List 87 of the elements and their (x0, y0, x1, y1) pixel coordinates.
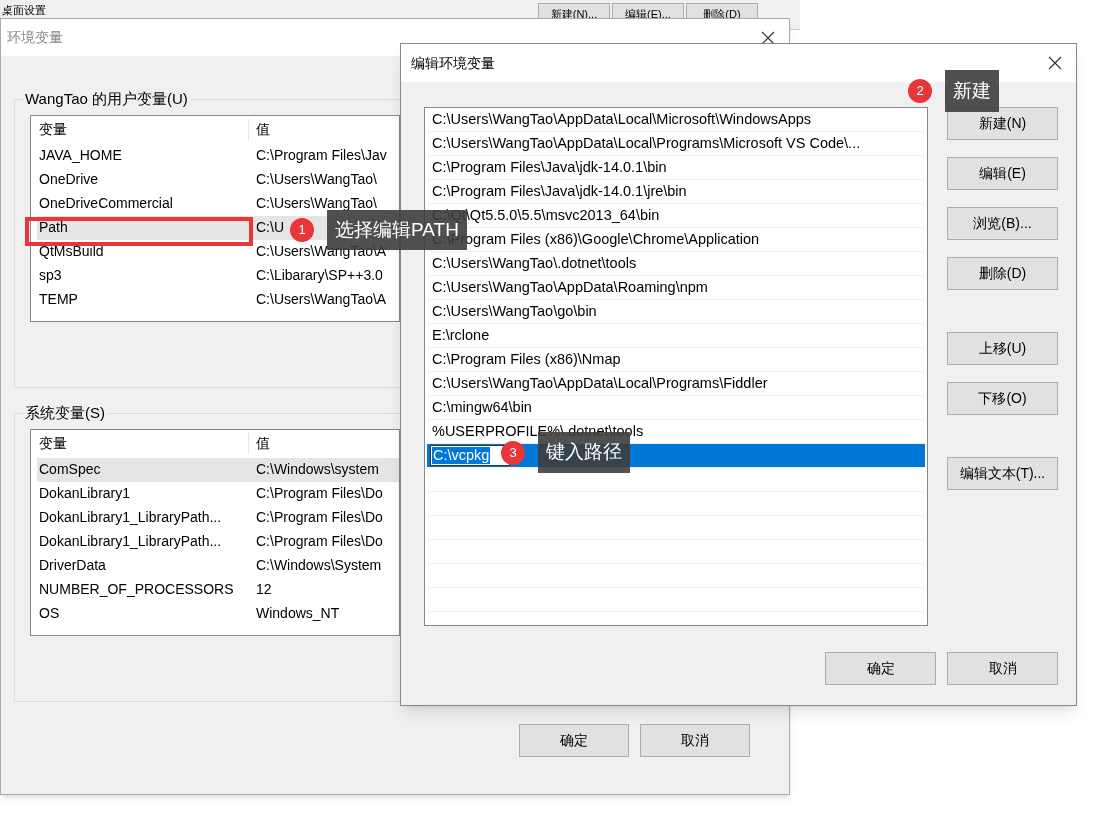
variable-name: NUMBER_OF_PROCESSORS (39, 581, 234, 597)
variable-row[interactable]: TEMP C:\Users\WangTao\A (37, 287, 399, 312)
column-header[interactable]: 值 (249, 433, 270, 454)
close-icon[interactable] (761, 30, 775, 45)
variable-name: QtMsBuild (39, 243, 104, 259)
path-row[interactable]: E:\rclone (427, 324, 925, 348)
variable-name: DokanLibrary1_LibraryPath... (39, 509, 222, 525)
path-row[interactable]: C:\mingw64\bin (427, 396, 925, 420)
variable-name: sp3 (39, 267, 62, 283)
variable-value: C:\Program Files\Do (255, 484, 383, 503)
dialog-button[interactable]: 取消 (640, 724, 750, 757)
path-text: C:\Users\WangTao\AppData\Local\Programs\Fiddler (431, 373, 768, 393)
group-label: 系统变量(S) (24, 403, 106, 423)
dialog-button[interactable]: 新建(N) (947, 107, 1058, 140)
path-text: C:\Program Files\Java\jdk-14.0.1\bin (431, 157, 667, 177)
variable-value: 12 (255, 580, 272, 599)
path-row[interactable]: C:\Program Files\Java\jdk-14.0.1\bin (427, 156, 925, 180)
variable-name: OneDriveCommercial (39, 195, 173, 211)
window-title: 编辑环境变量 (411, 53, 495, 73)
path-text: C:\Users\WangTao\AppData\Local\Microsoft\WindowsApps (431, 109, 812, 129)
variable-row[interactable]: OneDrive C:\Users\WangTao\ (37, 167, 399, 192)
variable-name: DokanLibrary1_LibraryPath... (39, 533, 222, 549)
path-text: C:\Users\WangTao\AppData\Roaming\npm (431, 277, 708, 297)
variable-value: C:\Windows\system (255, 460, 379, 479)
callout-tooltip: 键入路径 (538, 432, 630, 473)
dialog-button[interactable]: 删除(D) (947, 257, 1058, 290)
variable-value: C:\Libarary\SP++3.0 (255, 266, 383, 285)
path-text: C:\Users\WangTao\.dotnet\tools (431, 253, 637, 273)
variable-name: ComSpec (39, 461, 101, 477)
variable-value: C:\Users\WangTao\ (255, 194, 377, 213)
variable-name: DriverData (39, 557, 106, 573)
variable-value: C:\U (255, 218, 284, 237)
variable-value: C:\Users\WangTao\A (255, 242, 387, 261)
variable-value: C:\Program Files\Do (255, 532, 383, 551)
path-row[interactable]: C:\Program Files (x86)\Nmap (427, 348, 925, 372)
group-label: WangTao 的用户变量(U) (24, 89, 189, 109)
window-title: 环境变量 (7, 28, 63, 47)
path-row[interactable]: C:\Users\WangTao\go\bin (427, 300, 925, 324)
column-header[interactable]: 变量 (31, 119, 249, 140)
dialog-button[interactable]: 浏览(B)... (947, 207, 1058, 240)
path-text: C:\Users\WangTao\AppData\Local\Programs\Microsoft VS Code\... (431, 133, 861, 153)
path-row[interactable]: C:\Users\WangTao\AppData\Roaming\npm (427, 276, 925, 300)
column-header[interactable]: 变量 (31, 433, 249, 454)
variable-row[interactable]: sp3 C:\Libarary\SP++3.0 (37, 263, 399, 288)
dialog-button[interactable]: 上移(U) (947, 332, 1058, 365)
variable-row[interactable]: OS Windows_NT (37, 601, 399, 626)
variable-value: Windows_NT (255, 604, 340, 623)
variable-row[interactable]: ComSpec C:\Windows\system (37, 457, 399, 482)
path-row[interactable]: C:\Program Files\Java\jdk-14.0.1\jre\bin (427, 180, 925, 204)
variable-value: C:\Users\WangTao\A (255, 290, 387, 309)
path-row[interactable]: C:\Users\WangTao\AppData\Local\Programs\Fiddler (427, 372, 925, 396)
path-text: C:\Program Files\Java\jdk-14.0.1\jre\bin (431, 181, 687, 201)
dialog-button[interactable]: 下移(O) (947, 382, 1058, 415)
variable-name: JAVA_HOME (39, 147, 122, 163)
variable-row[interactable]: NUMBER_OF_PROCESSORS 12 (37, 577, 399, 602)
path-row[interactable]: C:\Users\WangTao\AppData\Local\Programs\Microsoft VS Code\... (427, 132, 925, 156)
variable-row[interactable]: DokanLibrary1_LibraryPath... C:\Program Files\Do (37, 505, 399, 530)
path-row[interactable]: C:\Users\WangTao\.dotnet\tools (427, 252, 925, 276)
path-text: C:\mingw64\bin (431, 397, 532, 417)
input-field[interactable]: C:\vcpkg (430, 445, 510, 466)
variable-name: Path (39, 219, 68, 235)
path-text: C:\Users\WangTao\go\bin (431, 301, 597, 321)
variable-row[interactable]: DokanLibrary1 C:\Program Files\Do (37, 481, 399, 506)
dialog-button[interactable]: 确定 (825, 652, 936, 685)
variable-row[interactable]: OneDriveCommercial C:\Users\WangTao\ (37, 191, 399, 216)
variable-value: C:\Program Files\Jav (255, 146, 387, 165)
path-text: C:\Program Files (x86)\Nmap (431, 349, 621, 369)
variable-value: C:\Windows\System (255, 556, 382, 575)
variable-name: OneDrive (39, 171, 99, 187)
dialog-button[interactable]: 编辑文本(T)... (947, 457, 1058, 490)
variable-value: C:\Program Files\Do (255, 508, 383, 527)
variable-row[interactable]: JAVA_HOME C:\Program Files\Jav (37, 143, 399, 168)
dialog-button[interactable]: 确定 (519, 724, 629, 757)
path-text: E:\rclone (431, 325, 490, 345)
window-label: 桌面设置 (2, 3, 46, 18)
variable-value: C:\Users\WangTao\ (255, 170, 377, 189)
variable-name: OS (39, 605, 60, 621)
dialog-button[interactable]: 编辑(E) (947, 157, 1058, 190)
path-row[interactable]: C:\Users\WangTao\AppData\Local\Microsoft\WindowsApps (427, 108, 925, 132)
variable-row[interactable]: DokanLibrary1_LibraryPath... C:\Program Files\Do (37, 529, 399, 554)
variable-name: TEMP (39, 291, 78, 307)
column-header[interactable]: 值 (249, 119, 270, 140)
variable-name: DokanLibrary1 (39, 485, 131, 501)
dialog-button[interactable]: 取消 (947, 652, 1058, 685)
variable-row[interactable]: DriverData C:\Windows\System (37, 553, 399, 578)
close-icon[interactable] (1048, 56, 1062, 70)
callout-tooltip: 新建 (945, 70, 999, 112)
